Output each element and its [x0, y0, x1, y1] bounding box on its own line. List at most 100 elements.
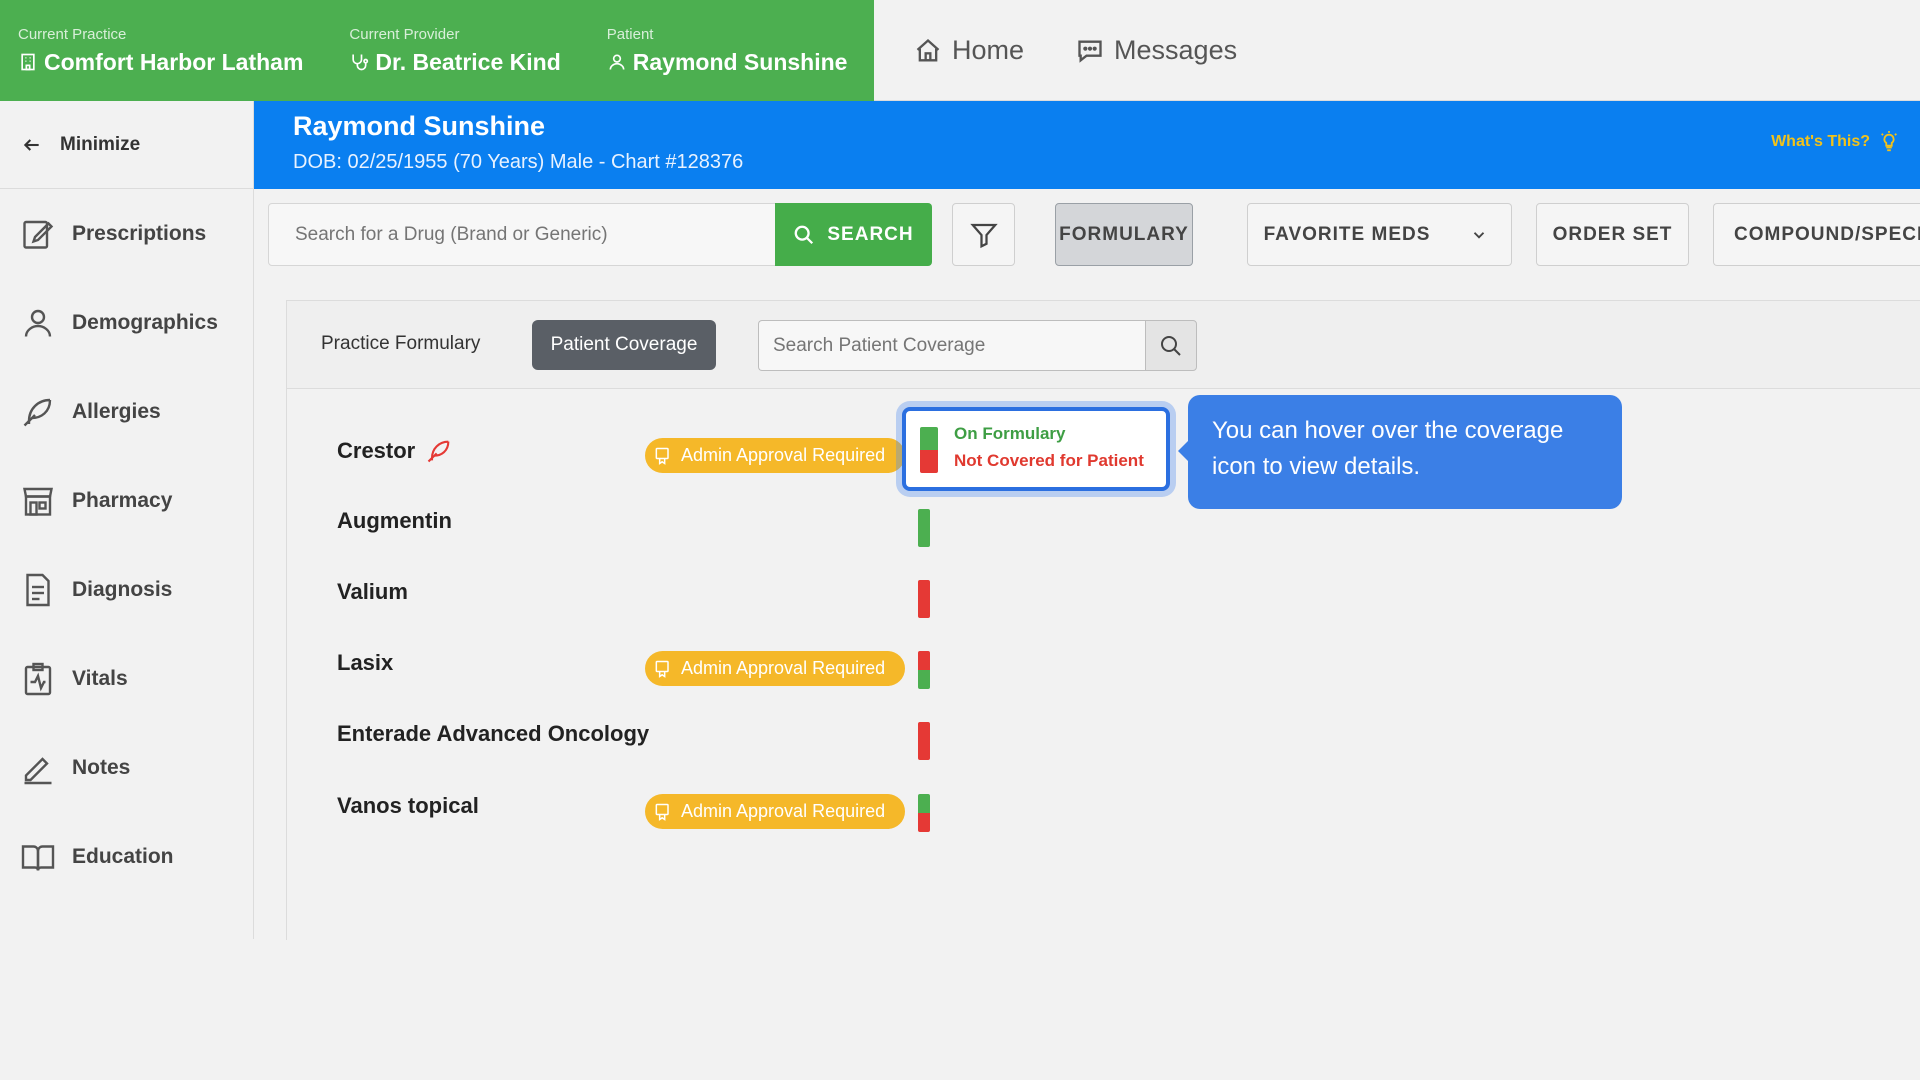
feather-icon	[23, 398, 52, 426]
approval-icon	[655, 660, 669, 678]
coverage-icon[interactable]	[918, 651, 930, 689]
person-icon	[609, 54, 625, 70]
compound-button[interactable]: COMPOUND/SPECI	[1713, 203, 1920, 266]
top-bar: Current Practice Comfort Harbor Latham C…	[0, 0, 1920, 101]
current-patient-value: Raymond Sunshine	[632, 48, 848, 75]
drug-search-toolbar: SEARCH FORMULARY FAVORITE MEDS ORDER SET…	[268, 203, 1920, 266]
filter-icon	[969, 223, 998, 248]
arrow-left-icon	[23, 138, 39, 151]
favorite-meds-button[interactable]: FAVORITE MEDS	[1247, 203, 1447, 266]
favorite-meds-dropdown[interactable]	[1446, 203, 1512, 266]
nav-home-label: Home	[952, 35, 1025, 65]
approval-icon	[655, 803, 669, 821]
context-bar: Current Practice Comfort Harbor Latham C…	[0, 0, 874, 101]
current-practice[interactable]: Current Practice Comfort Harbor Latham	[18, 26, 303, 76]
current-provider-value: Dr. Beatrice Kind	[375, 48, 561, 75]
tab-practice-formulary[interactable]: Practice Formulary	[321, 333, 480, 355]
formulary-button[interactable]: FORMULARY	[1055, 203, 1193, 266]
book-icon	[21, 844, 55, 871]
sidebar-item-label: Demographics	[72, 310, 218, 334]
coverage-icon[interactable]	[918, 794, 930, 832]
sidebar-item-label: Prescriptions	[72, 221, 207, 245]
whats-this-label: What's This?	[1771, 133, 1870, 150]
drug-row[interactable]: Lasix Admin Approval Required	[287, 634, 1920, 694]
nav-messages[interactable]: Messages	[1076, 35, 1237, 66]
drug-row[interactable]: Valium	[287, 563, 1920, 623]
allergy-warning-icon	[428, 440, 450, 463]
coverage-panel-header: Practice Formulary Patient Coverage	[287, 301, 1920, 389]
whats-this-link[interactable]: What's This?	[1771, 131, 1900, 153]
order-set-button[interactable]: ORDER SET	[1536, 203, 1689, 266]
drug-name: Vanos topical	[337, 793, 479, 818]
chevron-down-icon	[1473, 231, 1484, 239]
drug-row[interactable]: Augmentin	[287, 492, 1920, 552]
admin-approval-label: Admin Approval Required	[681, 445, 886, 465]
admin-approval-badge[interactable]: Admin Approval Required	[645, 794, 905, 829]
filter-button[interactable]	[952, 203, 1015, 266]
coverage-details-popup[interactable]: On Formulary Not Covered for Patient	[902, 407, 1170, 491]
sidebar-item-pharmacy[interactable]: Pharmacy	[0, 456, 253, 545]
sidebar-item-demographics[interactable]: Demographics	[0, 278, 253, 367]
admin-approval-badge[interactable]: Admin Approval Required	[645, 438, 905, 473]
sidebar-item-label: Diagnosis	[72, 577, 173, 601]
pencil-icon	[24, 756, 52, 784]
sidebar-item-prescriptions[interactable]: Prescriptions	[0, 189, 253, 278]
drug-search-input[interactable]	[268, 203, 776, 266]
patient-banner: Raymond Sunshine DOB: 02/25/1955 (70 Yea…	[254, 101, 1920, 189]
stethoscope-icon	[352, 54, 369, 71]
top-nav: Home Messages	[914, 0, 1237, 101]
drug-name: Crestor	[337, 438, 416, 463]
drug-row[interactable]: Vanos topical Admin Approval Required	[287, 777, 1920, 837]
drug-name: Augmentin	[337, 508, 452, 533]
current-practice-label: Current Practice	[18, 25, 127, 43]
guide-tooltip: You can hover over the coverage icon to …	[1178, 395, 1622, 509]
minimize-button[interactable]: Minimize	[0, 101, 253, 189]
prescription-icon	[23, 220, 54, 249]
admin-approval-label: Admin Approval Required	[681, 658, 886, 678]
sidebar-item-label: Education	[72, 844, 174, 868]
current-provider[interactable]: Current Provider Dr. Beatrice Kind	[349, 26, 560, 76]
tab-patient-coverage[interactable]: Patient Coverage	[532, 320, 716, 370]
lightbulb-icon	[1881, 131, 1897, 152]
sidebar-item-label: Notes	[72, 755, 131, 779]
search-icon	[794, 225, 814, 244]
sidebar-item-label: Pharmacy	[72, 488, 173, 512]
nav-home[interactable]: Home	[914, 35, 1024, 66]
nav-messages-label: Messages	[1114, 35, 1238, 65]
person-icon	[24, 309, 52, 337]
store-icon	[23, 487, 53, 516]
search-button[interactable]: SEARCH	[775, 203, 932, 266]
drug-name: Lasix	[337, 650, 394, 675]
coverage-search-input[interactable]	[758, 320, 1146, 371]
coverage-icon[interactable]	[918, 580, 930, 618]
coverage-search-button[interactable]	[1145, 320, 1197, 371]
not-covered-text: Not Covered for Patient	[954, 451, 1144, 470]
current-patient[interactable]: Patient Raymond Sunshine	[607, 26, 848, 76]
drug-row[interactable]: Enterade Advanced Oncology	[287, 705, 1920, 765]
sidebar-item-label: Allergies	[72, 399, 161, 423]
chat-icon	[1078, 40, 1102, 63]
admin-approval-badge[interactable]: Admin Approval Required	[645, 651, 905, 686]
patient-dob: DOB: 02/25/1955 (70 Years) Male - Chart …	[293, 151, 744, 173]
sidebar-item-notes[interactable]: Notes	[0, 723, 253, 812]
current-provider-label: Current Provider	[349, 25, 460, 43]
sidebar-item-vitals[interactable]: Vitals	[0, 634, 253, 723]
minimize-label: Minimize	[60, 133, 141, 155]
vitals-clipboard-icon	[24, 662, 52, 695]
on-formulary-text: On Formulary	[954, 424, 1066, 443]
approval-icon	[655, 447, 669, 465]
current-practice-value: Comfort Harbor Latham	[44, 48, 304, 75]
sidebar-item-diagnosis[interactable]: Diagnosis	[0, 545, 253, 634]
admin-approval-label: Admin Approval Required	[681, 801, 886, 821]
coverage-icon[interactable]	[918, 509, 930, 547]
drug-name: Enterade Advanced Oncology	[337, 721, 650, 746]
current-patient-label: Patient	[606, 25, 654, 43]
sidebar-item-label: Vitals	[72, 666, 128, 690]
sidebar: Minimize Prescriptions Demographics Alle…	[0, 101, 254, 939]
coverage-icon[interactable]	[918, 722, 930, 760]
home-icon	[916, 38, 940, 61]
sidebar-item-allergies[interactable]: Allergies	[0, 367, 253, 456]
coverage-icon	[920, 427, 938, 473]
document-icon	[26, 573, 50, 606]
sidebar-item-education[interactable]: Education	[0, 812, 253, 901]
